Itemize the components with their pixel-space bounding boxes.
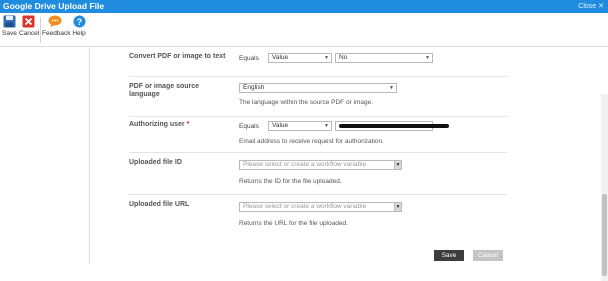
uploaded-file-id-placeholder: Please select or create a workflow varia… [243,161,367,168]
save-icon [3,15,15,28]
ribbon-toolbar: Save Cancel Feedback ? Help [0,13,608,47]
uploaded-file-id-row: Uploaded file ID Please select or create… [129,153,507,195]
save-button[interactable]: Save [434,250,464,261]
uploaded-file-url-help: Returns the URL for the file uploaded. [239,220,348,227]
authorizing-user-type-value: Value [272,122,289,129]
vertical-scrollbar[interactable] [601,94,608,281]
convert-type-select[interactable]: Value ▼ [268,53,332,63]
authorizing-user-label: Authorizing user [129,121,185,128]
uploaded-file-url-label: Uploaded file URL [129,201,190,208]
help-ribbon-label: Help [72,30,86,37]
authorizing-user-input[interactable] [335,121,449,131]
chevron-down-icon[interactable]: ▼ [394,160,402,170]
uploaded-file-url-select[interactable]: Please select or create a workflow varia… [239,202,402,212]
cancel-button[interactable]: Cancel [473,250,503,261]
convert-value: No [339,54,348,61]
convert-label: Convert PDF or image to text [129,53,226,60]
content-pane: Convert PDF or image to text Equals Valu… [91,47,608,281]
ribbon-divider [40,17,41,43]
authorizing-user-help: Email address to receive request for aut… [239,138,384,145]
source-language-value: English [243,84,265,91]
source-language-help: The language within the source PDF or im… [239,99,374,106]
close-icon: ✕ [598,3,604,10]
redacted-email [339,124,449,128]
left-pane [0,47,90,264]
convert-row: Convert PDF or image to text Equals Valu… [129,47,507,77]
authorizing-user-row: Authorizing user * Equals Value ▼ Email … [129,117,507,153]
help-icon: ? [73,15,85,28]
required-marker: * [186,121,190,128]
close-button[interactable]: Close ✕ [578,2,604,10]
convert-value-select[interactable]: No ▼ [335,53,433,63]
window-title: Google Drive Upload File [3,1,105,11]
help-ribbon-button[interactable]: ? Help [72,15,86,37]
feedback-ribbon-label: Feedback [42,30,71,37]
uploaded-file-id-label: Uploaded file ID [129,159,182,166]
close-label: Close [578,3,597,10]
cancel-icon [22,15,34,28]
save-ribbon-button[interactable]: Save [2,15,17,37]
source-language-select[interactable]: English ▼ [239,83,397,93]
feedback-ribbon-button[interactable]: Feedback [42,15,71,37]
authorizing-user-label-wrap: Authorizing user * [129,121,229,129]
convert-type-value: Value [272,54,289,61]
authorizing-user-operator: Equals [239,123,259,130]
feedback-icon [48,15,62,28]
svg-text:?: ? [76,17,82,27]
chevron-down-icon[interactable]: ▼ [394,202,402,212]
uploaded-file-url-row: Uploaded file URL Please select or creat… [129,195,507,235]
convert-operator: Equals [239,55,259,62]
chevron-down-icon: ▼ [389,85,394,91]
chevron-down-icon: ▼ [425,55,430,61]
uploaded-file-id-help: Returns the ID for the file uploaded. [239,178,342,185]
cancel-ribbon-label: Cancel [19,30,40,37]
source-language-label: PDF or image source language [129,83,200,98]
authorizing-user-type-select[interactable]: Value ▼ [268,121,332,131]
chevron-down-icon: ▼ [324,123,329,129]
title-bar: Google Drive Upload File Close ✕ [0,0,608,13]
uploaded-file-url-placeholder: Please select or create a workflow varia… [243,203,367,210]
chevron-down-icon: ▼ [324,55,329,61]
save-ribbon-label: Save [2,30,17,37]
uploaded-file-id-select[interactable]: Please select or create a workflow varia… [239,160,402,170]
source-language-row: PDF or image source language English ▼ T… [129,77,507,117]
cancel-ribbon-button[interactable]: Cancel [19,15,40,37]
